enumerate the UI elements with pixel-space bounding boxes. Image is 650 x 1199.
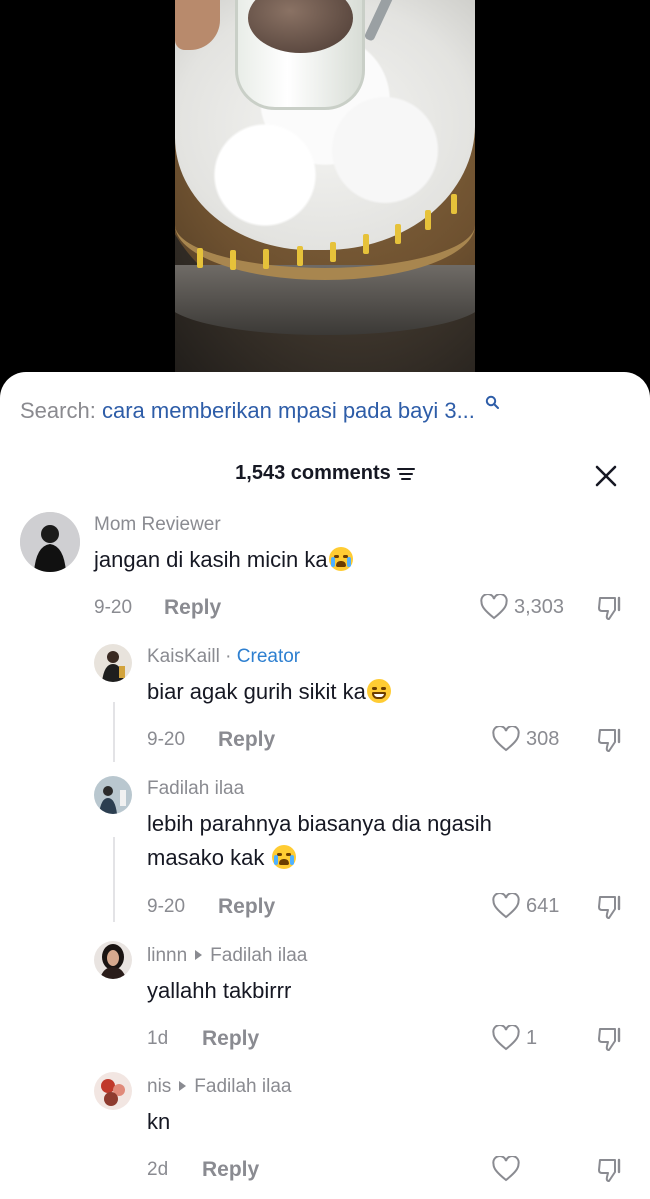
heart-icon <box>492 1156 520 1182</box>
heart-icon <box>492 1025 520 1051</box>
reply-button[interactable]: Reply <box>218 728 275 752</box>
comment-text: jangan di kasih micin ka <box>94 543 353 577</box>
like-count: 1 <box>526 1026 538 1049</box>
comment-date: 1d <box>147 1028 169 1049</box>
comment-reply-item: Fadilah ilaa lebih parahnya biasanya dia… <box>0 774 650 934</box>
comments-header: 1,543 comments <box>0 462 650 492</box>
like-button[interactable]: 3,303 <box>480 594 564 620</box>
comment-count: 1,543 comments <box>235 462 391 484</box>
comment-text: yallahh takbirrr <box>147 978 292 1003</box>
search-query-link[interactable]: cara memberikan mpasi pada bayi 3... <box>102 398 475 423</box>
search-icon <box>485 395 500 409</box>
comment-text: kn <box>147 1109 171 1134</box>
video-frame <box>175 0 475 380</box>
badge-separator: · <box>225 646 232 667</box>
comment-reply-item: KaisKaill · Creator biar agak gurih siki… <box>0 642 650 762</box>
search-label: Search: <box>20 398 96 423</box>
avatar[interactable] <box>94 776 132 814</box>
reply-arrow-icon <box>195 950 203 961</box>
reply-username[interactable]: nis <box>147 1076 171 1097</box>
avatar[interactable] <box>94 644 132 682</box>
video-rim-bands <box>185 194 475 270</box>
reply-arrow-icon <box>179 1081 187 1092</box>
reply-to-username[interactable]: Fadilah ilaa <box>210 945 307 966</box>
reply-username[interactable]: linnn <box>147 945 187 966</box>
comment-username: nis Fadilah ilaa <box>147 1076 291 1098</box>
reply-button[interactable]: Reply <box>202 1158 259 1182</box>
loudly-crying-face-icon <box>328 547 353 571</box>
dislike-icon[interactable] <box>596 1156 624 1184</box>
like-count: 308 <box>526 727 560 750</box>
video-player[interactable] <box>0 0 650 400</box>
heart-icon <box>492 893 520 919</box>
comment-date: 9-20 <box>147 729 186 750</box>
reply-username[interactable]: KaisKaill <box>147 646 220 667</box>
creator-badge: Creator <box>236 646 301 667</box>
dislike-icon[interactable] <box>596 726 624 754</box>
comment-text-line: masako kak <box>147 845 265 870</box>
avatar[interactable] <box>20 512 80 572</box>
comment-text-line: lebih parahnya biasanya dia ngasih <box>147 811 492 836</box>
comment-text-body: biar agak gurih sikit ka <box>147 679 366 704</box>
dislike-icon[interactable] <box>596 1025 624 1053</box>
comment-username[interactable]: Mom Reviewer <box>94 514 221 536</box>
video-mug <box>235 0 403 110</box>
comment-username: linnn Fadilah ilaa <box>147 945 307 967</box>
comment-date: 9-20 <box>94 597 133 618</box>
reply-button[interactable]: Reply <box>218 895 275 919</box>
comment-item: Mom Reviewer jangan di kasih micin ka 9-… <box>0 510 650 630</box>
like-button[interactable]: 641 <box>492 893 559 919</box>
comment-username: KaisKaill · Creator <box>147 646 300 668</box>
like-count: 3,303 <box>514 595 565 618</box>
comment-text-body: jangan di kasih micin ka <box>94 547 328 572</box>
loudly-crying-face-icon <box>271 845 296 869</box>
sort-filter-icon[interactable] <box>396 467 415 481</box>
dislike-icon[interactable] <box>596 594 624 622</box>
comment-text: lebih parahnya biasanya dia ngasih masak… <box>147 807 492 875</box>
dislike-icon[interactable] <box>596 893 624 921</box>
reply-button[interactable]: Reply <box>164 596 221 620</box>
comment-date: 9-20 <box>147 896 186 917</box>
grinning-face-icon <box>366 679 391 703</box>
comment-reply-item: nis Fadilah ilaa kn 2d Reply <box>0 1072 650 1192</box>
comments-sheet: Search: cara memberikan mpasi pada bayi … <box>0 372 650 1199</box>
avatar[interactable] <box>94 1072 132 1110</box>
like-count: 641 <box>526 894 560 917</box>
heart-icon <box>492 726 520 752</box>
comment-text: biar agak gurih sikit ka <box>147 675 391 709</box>
search-suggestion[interactable]: Search: cara memberikan mpasi pada bayi … <box>20 395 630 428</box>
reply-to-username[interactable]: Fadilah ilaa <box>194 1076 291 1097</box>
comment-reply-item: linnn Fadilah ilaa yallahh takbirrr 1d Re… <box>0 941 650 1061</box>
like-button[interactable]: 1 <box>492 1025 537 1051</box>
comment-username[interactable]: Fadilah ilaa <box>147 778 244 800</box>
like-button[interactable] <box>492 1156 526 1182</box>
like-button[interactable]: 308 <box>492 726 559 752</box>
heart-icon <box>480 594 508 620</box>
reply-button[interactable]: Reply <box>202 1027 259 1051</box>
avatar[interactable] <box>94 941 132 979</box>
close-icon[interactable] <box>592 462 620 490</box>
comment-date: 2d <box>147 1159 169 1180</box>
